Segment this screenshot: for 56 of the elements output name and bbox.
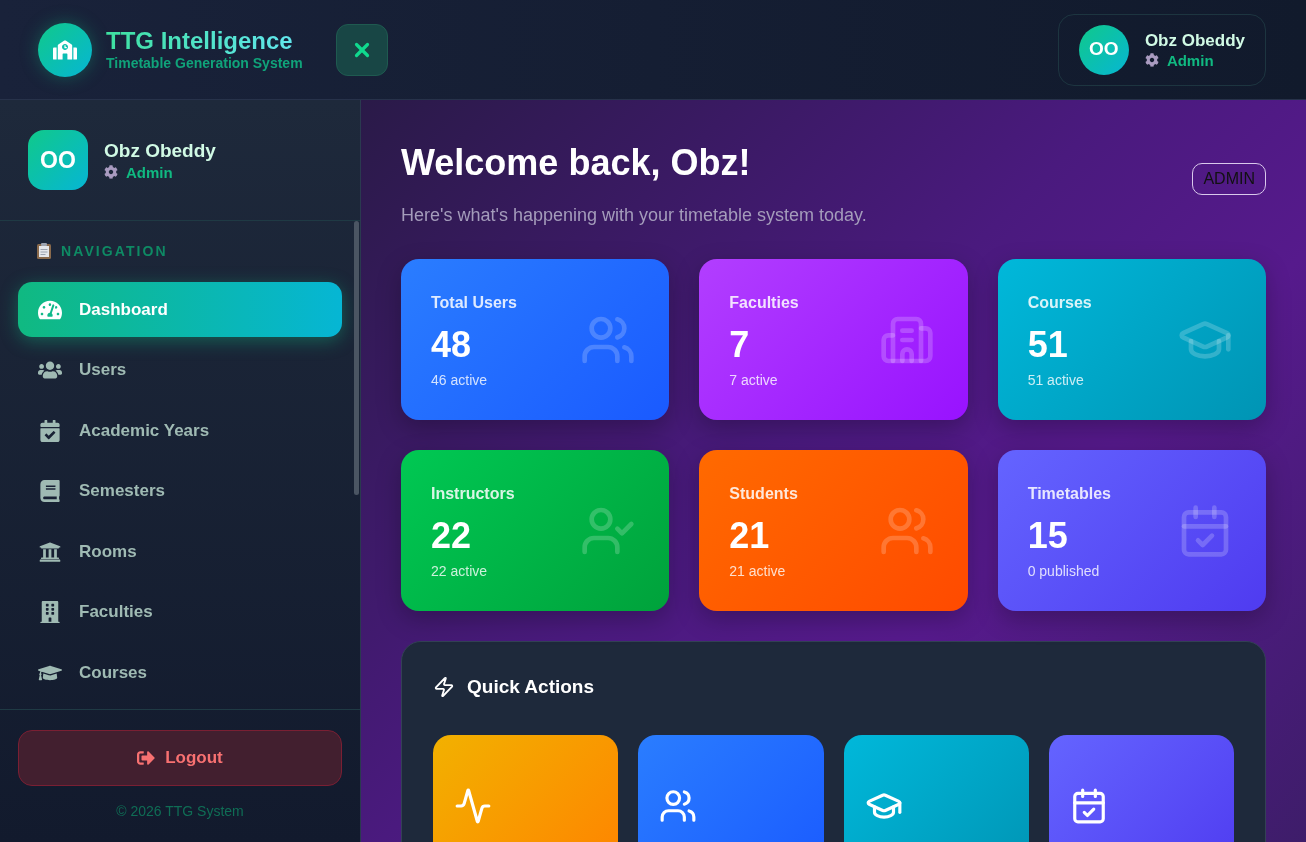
pulse-line-icon [454,787,492,825]
user-avatar: OO [1078,24,1129,75]
quick-actions-title: Quick Actions [467,675,595,699]
nav-item[interactable]: Rooms [18,524,342,579]
gauge-icon [38,298,62,321]
user-role: Admin [126,162,173,182]
user-menu[interactable]: OO Obz Obeddy Admin [1057,13,1266,86]
stat-note: 22 active [431,562,489,580]
gear-icon [104,165,118,179]
user-name: Obz Obeddy [1144,29,1245,51]
copyright-text: © 2026 TTG System [115,802,245,821]
user-role: Admin [1166,50,1214,70]
stat-label: Students [729,484,798,504]
gear-icon [1144,53,1159,67]
clipboard-icon [37,243,51,259]
stat-value: 7 [729,325,751,365]
nav-item[interactable]: Users [18,342,342,398]
welcome-subtitle: Here's what's happening with your timetable system today. [401,204,868,227]
nav-item[interactable]: Academic Years [18,403,342,458]
stat-value: 22 [431,516,473,556]
book-icon [38,480,62,502]
stat-label: Courses [1027,293,1092,313]
users-icon [659,787,698,825]
calendar-check-icon [38,419,62,442]
stat-note: 0 published [1027,562,1101,580]
school-logo-icon [38,22,92,77]
quick-action-button[interactable] [1048,735,1234,842]
stat-label: Timetables [1027,484,1111,504]
nav-item[interactable]: Faculties [18,584,342,640]
nav-section-label: NAVIGATION [61,242,168,260]
user-name: Obz Obeddy [104,138,216,163]
app-subtitle: Timetable Generation System [106,55,304,72]
logout-button[interactable]: Logout [18,730,342,786]
scrollbar-thumb[interactable] [354,221,359,495]
stat-value: 15 [1027,516,1069,556]
stat-label: Total Users [431,293,517,313]
user-avatar: OO [28,130,88,190]
stat-value: 51 [1027,325,1069,365]
lightning-icon [433,676,455,698]
nav-item[interactable]: Semesters [18,463,342,519]
role-badge: ADMIN [1192,163,1266,195]
building-icon [38,601,62,623]
stat-label: Instructors [431,484,515,504]
stat-note: 51 active [1027,371,1085,389]
stat-value: 21 [729,516,771,556]
nav-item[interactable]: Courses [18,645,342,700]
close-button[interactable] [336,23,388,76]
stat-note: 21 active [729,562,787,580]
stat-label: Faculties [729,293,799,313]
stat-value: 48 [431,325,473,365]
stat-note: 7 active [729,371,779,389]
stat-note: 46 active [431,371,489,389]
welcome-heading: Welcome back, Obz! [401,141,751,185]
sign-out-icon [137,749,156,767]
columned-building-icon [38,540,62,563]
users-icon [38,359,62,381]
